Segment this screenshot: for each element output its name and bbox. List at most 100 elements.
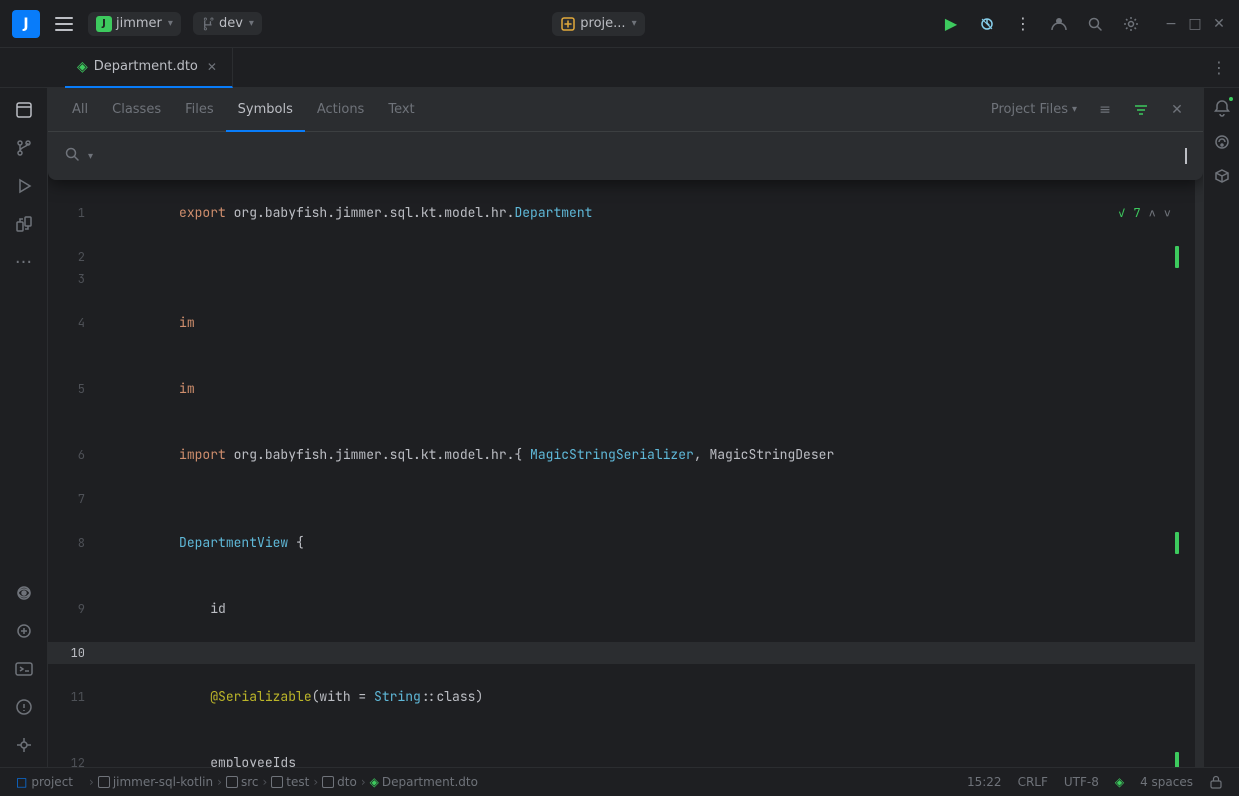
titlebar: J J jimmer ▾ dev ▾ proje... ▾ ▶ <box>0 0 1239 48</box>
code-line-9: 9 id <box>48 576 1203 642</box>
line-number-2: 2 <box>61 246 101 268</box>
status-indent[interactable]: 4 spaces <box>1132 768 1201 796</box>
line-content-11: @Serializable(with = String::class) <box>101 664 483 730</box>
search-dropdown-icon[interactable]: ▾ <box>88 151 93 162</box>
activity-vcs[interactable] <box>6 130 42 166</box>
code-line-4: 4 im <box>48 290 1203 356</box>
more-options-button[interactable]: ⋮ <box>1007 8 1039 40</box>
search-tab-actions[interactable]: Actions <box>305 88 377 132</box>
window-controls: − □ ✕ <box>1163 16 1227 32</box>
activity-terminal[interactable] <box>6 651 42 687</box>
close-button[interactable]: ✕ <box>1211 16 1227 32</box>
text-cursor <box>1185 148 1187 164</box>
breadcrumb-vcs[interactable]: jimmer-sql-kotlin <box>98 775 213 789</box>
line-number-3: 3 <box>61 268 101 290</box>
settings-button[interactable] <box>1115 8 1147 40</box>
activity-explorer[interactable] <box>6 92 42 128</box>
tab-close-button[interactable]: ✕ <box>204 59 220 75</box>
line-number-11: 11 <box>61 686 101 708</box>
search-actions: Project Files ▾ ≡ ✕ <box>985 98 1191 122</box>
search-tab-all[interactable]: All <box>60 88 100 132</box>
code-line-3: 3 <box>48 268 1203 290</box>
branch-menu[interactable]: dev ▾ <box>193 12 262 35</box>
code-line-1: 1 export org.babyfish.jimmer.sql.kt.mode… <box>48 180 1203 246</box>
project-switcher[interactable]: proje... ▾ <box>552 12 644 36</box>
activity-plugins[interactable] <box>6 206 42 242</box>
breadcrumb-sep-2: › <box>217 775 222 789</box>
activity-watch[interactable] <box>6 575 42 611</box>
project-files-dropdown[interactable]: Project Files ▾ <box>985 98 1083 121</box>
code-line-8: 8 DepartmentView { <box>48 510 1203 576</box>
search-tab-symbols[interactable]: Symbols <box>226 88 305 132</box>
debug-button[interactable] <box>971 8 1003 40</box>
status-line-col[interactable]: 15:22 <box>959 768 1010 796</box>
status-dto-icon[interactable]: ◈ <box>1107 768 1132 796</box>
tab-file-icon: ◈ <box>77 59 88 75</box>
code-line-7: 7 <box>48 488 1203 510</box>
status-project[interactable]: □ project <box>8 768 81 796</box>
status-project-label: project <box>31 775 73 789</box>
filter-button[interactable] <box>1127 98 1155 122</box>
code-line-5: 5 im <box>48 356 1203 422</box>
status-indent-label: 4 spaces <box>1140 775 1193 789</box>
activity-git[interactable] <box>6 727 42 763</box>
status-lock[interactable] <box>1201 768 1231 796</box>
search-button[interactable] <box>1079 8 1111 40</box>
breadcrumb-dto[interactable]: dto <box>322 775 357 789</box>
status-crlf-label: CRLF <box>1018 775 1048 789</box>
breadcrumb-test[interactable]: test <box>271 775 309 789</box>
user-chevron-icon: ▾ <box>168 18 173 29</box>
line-content-6: import org.babyfish.jimmer.sql.kt.model.… <box>101 422 834 488</box>
status-crlf[interactable]: CRLF <box>1010 768 1056 796</box>
tab-more-button[interactable]: ⋮ <box>1211 58 1239 77</box>
right-notifications-button[interactable] <box>1206 92 1238 124</box>
code-line-2: 2 <box>48 246 1203 268</box>
activity-build[interactable] <box>6 613 42 649</box>
user-menu[interactable]: J jimmer ▾ <box>88 12 181 36</box>
list-view-button[interactable]: ≡ <box>1091 98 1119 122</box>
search-tab-text[interactable]: Text <box>376 88 426 132</box>
line-content-1: export org.babyfish.jimmer.sql.kt.model.… <box>101 180 592 246</box>
hamburger-menu[interactable] <box>48 8 80 40</box>
breadcrumb-file[interactable]: ◈ Department.dto <box>370 775 478 789</box>
breadcrumb-sep-1: › <box>89 775 94 789</box>
project-label: proje... <box>580 16 625 31</box>
editor-area: All Classes Files Symbols Actions Text <box>48 88 1203 767</box>
close-search-button[interactable]: ✕ <box>1163 98 1191 122</box>
account-button[interactable] <box>1043 8 1075 40</box>
editor-scrollbar[interactable] <box>1195 88 1203 767</box>
status-bar: □ project › jimmer-sql-kotlin › src › te… <box>0 767 1239 795</box>
activity-bar: ··· <box>0 88 48 767</box>
line-content-5: im <box>101 356 195 422</box>
branch-chevron-icon: ▾ <box>249 18 254 29</box>
search-input[interactable] <box>97 148 1185 164</box>
notification-badge <box>1227 95 1235 103</box>
user-avatar: J <box>96 16 112 32</box>
search-tabs: All Classes Files Symbols Actions Text <box>48 88 1203 132</box>
code-line-10: 10 <box>48 642 1203 664</box>
search-tab-files[interactable]: Files <box>173 88 226 132</box>
right-plugin-button[interactable] <box>1206 160 1238 192</box>
status-line-col-label: 15:22 <box>967 775 1002 789</box>
activity-problems[interactable] <box>6 689 42 725</box>
breadcrumb-sep-4: › <box>313 775 318 789</box>
line-number-8: 8 <box>61 532 101 554</box>
activity-more[interactable]: ··· <box>6 244 42 280</box>
search-tab-classes[interactable]: Classes <box>100 88 173 132</box>
code-editor[interactable]: 1 export org.babyfish.jimmer.sql.kt.mode… <box>48 88 1203 767</box>
breadcrumb-sep-5: › <box>361 775 366 789</box>
line-content-8: DepartmentView { <box>101 510 304 576</box>
breadcrumb-src[interactable]: src <box>226 775 259 789</box>
breadcrumb: › jimmer-sql-kotlin › src › test › dto › <box>89 775 478 789</box>
minimize-button[interactable]: − <box>1163 16 1179 32</box>
titlebar-center: proje... ▾ <box>270 12 927 36</box>
line-number-12: 12 <box>61 752 101 767</box>
tab-department-dto[interactable]: ◈ Department.dto ✕ <box>65 48 233 88</box>
maximize-button[interactable]: □ <box>1187 16 1203 32</box>
activity-run[interactable] <box>6 168 42 204</box>
line-number-1: 1 <box>61 202 101 224</box>
run-button[interactable]: ▶ <box>935 8 967 40</box>
project-files-label: Project Files <box>991 102 1068 117</box>
status-charset[interactable]: UTF-8 <box>1056 768 1107 796</box>
right-ai-button[interactable] <box>1206 126 1238 158</box>
